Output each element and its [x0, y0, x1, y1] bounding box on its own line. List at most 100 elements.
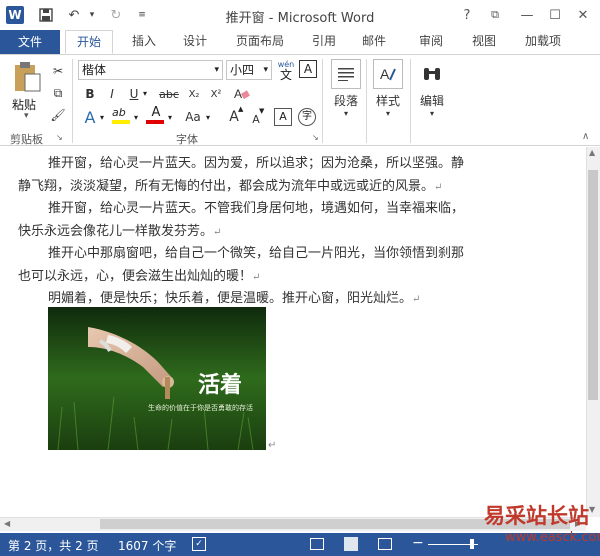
- highlight-label: ab: [112, 106, 126, 119]
- tab-design[interactable]: 设计: [175, 30, 215, 54]
- text-line[interactable]: 推开窗，给心灵一片蓝天。因为爱，所以追求；因为沧桑，所以坚强。静: [48, 152, 464, 171]
- undo-icon[interactable]: ↶: [64, 5, 84, 25]
- zoom-out-icon[interactable]: −: [412, 535, 424, 551]
- group-separator: [366, 59, 367, 143]
- strikethrough-button[interactable]: abc: [156, 84, 182, 104]
- character-shading-button[interactable]: A: [274, 108, 292, 126]
- vertical-scroll-thumb[interactable]: [588, 170, 598, 400]
- window-title: 推开窗 - Microsoft Word: [225, 11, 375, 26]
- paste-icon[interactable]: [12, 61, 42, 92]
- photo-caption: 生命的价值在于你是否勇敢的存活: [148, 403, 253, 412]
- ribbon-display-options-button[interactable]: ⧉: [484, 4, 506, 26]
- styles-icon: A: [373, 59, 403, 89]
- change-case-button[interactable]: Aa: [180, 107, 206, 127]
- tab-mailings[interactable]: 邮件: [355, 30, 393, 54]
- font-color-icon[interactable]: A: [146, 105, 166, 127]
- italic-button[interactable]: I: [102, 84, 122, 104]
- styles-label: 样式: [375, 94, 400, 108]
- text-line[interactable]: 也可以永远，心，便会滋生出灿灿的暖！↵: [18, 265, 260, 284]
- paragraph-label: 段落: [333, 94, 358, 108]
- highlight-dropdown-icon[interactable]: ▾: [134, 113, 138, 122]
- font-family-value: 楷体: [82, 63, 107, 77]
- web-layout-icon[interactable]: [378, 538, 392, 550]
- undo-dropdown-icon[interactable]: ▾: [82, 5, 102, 25]
- chevron-down-icon: ▾: [385, 109, 390, 118]
- scroll-left-icon[interactable]: ◀: [4, 519, 10, 528]
- save-icon[interactable]: [36, 5, 56, 25]
- print-layout-icon[interactable]: [344, 537, 358, 551]
- read-mode-icon[interactable]: [310, 538, 324, 550]
- font-group-label: 字体: [176, 133, 198, 146]
- tab-home[interactable]: 开始: [65, 30, 113, 54]
- text-line[interactable]: 静飞翔，淡淡凝望，所有无悔的付出，都会成为流年中或远或近的风景。↵: [18, 175, 442, 194]
- grow-arrow-icon: ▲: [238, 105, 244, 113]
- copy-icon[interactable]: ⧉: [48, 83, 68, 103]
- site-watermark: 易采站长站: [484, 503, 589, 528]
- close-button[interactable]: ✕: [572, 4, 594, 26]
- scroll-up-icon[interactable]: ▲: [589, 148, 595, 157]
- cut-icon[interactable]: ✂: [48, 61, 68, 81]
- font-color-dropdown-icon[interactable]: ▾: [168, 113, 172, 122]
- character-border-button[interactable]: A: [299, 60, 317, 78]
- ribbon: 粘贴 ▾ ✂ ⧉ 🖌 剪贴板 ↘ 楷体 ▾ 小四 ▾ wén 文 A B I U…: [0, 54, 600, 146]
- phonetic-guide-button[interactable]: wén 文: [276, 58, 296, 81]
- paragraph-mark-icon: ↵: [412, 294, 421, 305]
- superscript-button[interactable]: X²: [206, 84, 226, 104]
- styles-button[interactable]: A 样式 ▾: [372, 59, 404, 118]
- tab-addins[interactable]: 加载项: [516, 30, 570, 54]
- underline-button[interactable]: U: [124, 84, 144, 104]
- text-effects-icon[interactable]: A: [80, 107, 100, 127]
- font-size-select[interactable]: 小四 ▾: [226, 60, 272, 80]
- paragraph-icon: [331, 59, 361, 89]
- subscript-button[interactable]: X₂: [184, 84, 204, 104]
- maximize-button[interactable]: ☐: [544, 4, 566, 26]
- redo-icon[interactable]: ↻: [106, 5, 126, 25]
- line-text: 静飞翔，淡淡凝望，所有无悔的付出，都会成为流年中或远或近的风景。: [18, 179, 435, 194]
- enclose-characters-button[interactable]: 字: [298, 108, 316, 126]
- tab-layout[interactable]: 页面布局: [226, 30, 294, 54]
- help-button[interactable]: ?: [456, 4, 478, 26]
- scroll-down-icon[interactable]: ▼: [589, 505, 595, 514]
- collapse-ribbon-icon[interactable]: ∧: [582, 131, 589, 142]
- word-count[interactable]: 1607 个字: [118, 537, 176, 554]
- chevron-down-icon: ▾: [343, 109, 348, 118]
- paste-dropdown-icon[interactable]: ▾: [24, 111, 29, 121]
- tab-review[interactable]: 审阅: [411, 30, 451, 54]
- text-line[interactable]: 明媚着，便是快乐；快乐着，便是温暖。推开心窗，阳光灿烂。↵: [48, 287, 420, 306]
- tab-file[interactable]: 文件: [0, 30, 60, 54]
- shrink-arrow-icon: ▼: [259, 107, 265, 115]
- paragraph-mark-icon: ↵: [252, 272, 261, 283]
- tab-view[interactable]: 视图: [464, 30, 504, 54]
- clear-formatting-icon[interactable]: A: [232, 84, 252, 104]
- page-count[interactable]: 第 2 页，共 2 页: [8, 537, 99, 554]
- format-painter-icon[interactable]: 🖌: [48, 105, 68, 125]
- text-line[interactable]: 推开心中那扇窗吧，给自己一个微笑，给自己一片阳光，当你领悟到刹那: [48, 242, 464, 261]
- text-line[interactable]: 快乐永远会像花儿一样散发芬芳。↵: [18, 220, 221, 239]
- tab-references[interactable]: 引用: [305, 30, 343, 54]
- svg-text:A: A: [380, 66, 390, 82]
- editing-button[interactable]: 编辑 ▾: [416, 59, 448, 118]
- text-line[interactable]: 推开窗，给心灵一片蓝天。不管我们身居何地，境遇如何，当幸福来临，: [48, 197, 464, 216]
- word-logo-icon: W: [6, 6, 24, 24]
- text-effects-dropdown-icon[interactable]: ▾: [100, 113, 104, 122]
- underline-dropdown-icon[interactable]: ▾: [143, 89, 147, 98]
- paragraph-button[interactable]: 段落 ▾: [330, 59, 362, 118]
- font-launcher-icon[interactable]: ↘: [312, 133, 319, 142]
- title-bar: W ↶ ▾ ↻ ≡ 推开窗 - Microsoft Word ? ⧉ — ☐ ✕: [0, 0, 600, 30]
- inserted-photo[interactable]: 活着 生命的价值在于你是否勇敢的存活: [48, 307, 266, 450]
- zoom-slider-thumb[interactable]: [470, 539, 474, 549]
- minimize-button[interactable]: —: [516, 4, 538, 26]
- font-family-select[interactable]: 楷体 ▾: [78, 60, 223, 80]
- tab-insert[interactable]: 插入: [124, 30, 164, 54]
- chevron-down-icon: ▾: [214, 65, 219, 75]
- change-case-dropdown-icon[interactable]: ▾: [206, 113, 210, 122]
- highlight-icon[interactable]: ab: [112, 105, 132, 127]
- clipboard-launcher-icon[interactable]: ↘: [56, 133, 63, 142]
- customize-quick-access-icon[interactable]: ≡: [132, 5, 152, 25]
- line-text: 明媚着，便是快乐；快乐着，便是温暖。推开心窗，阳光灿烂。: [48, 291, 413, 306]
- proofing-icon[interactable]: ✓: [192, 537, 206, 551]
- bold-button[interactable]: B: [80, 84, 100, 104]
- svg-text:A: A: [234, 87, 242, 101]
- paragraph-mark-icon: ↵: [268, 440, 277, 451]
- paragraph-mark-icon: ↵: [213, 227, 222, 238]
